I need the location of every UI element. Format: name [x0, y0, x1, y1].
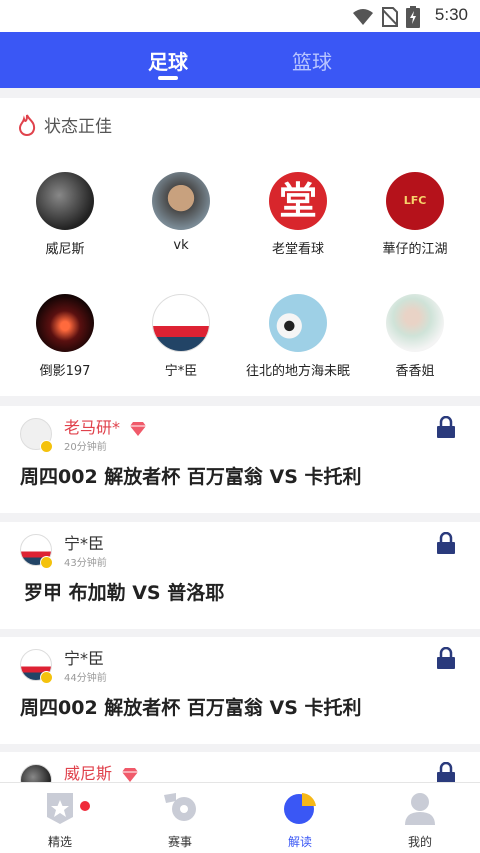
hot-experts-title: 状态正佳	[44, 117, 112, 137]
whistle-icon	[164, 793, 196, 821]
card-author: 宁*臣	[64, 649, 105, 668]
verified-badge-icon	[40, 440, 53, 453]
avatar	[152, 172, 210, 230]
user-icon	[405, 793, 435, 825]
tab-football[interactable]: 足球	[148, 46, 188, 75]
battery-icon	[406, 6, 420, 28]
diamond-icon	[130, 421, 147, 436]
expert-item[interactable]: 威尼斯	[5, 172, 125, 257]
expert-name: 倒影197	[39, 364, 91, 379]
expert-name: 香香姐	[395, 364, 435, 379]
status-icons	[352, 6, 420, 28]
badge-star-icon	[47, 793, 73, 824]
card-title: 周四002 解放者杯 百万富翁 VS 卡托利	[20, 697, 362, 719]
expert-item[interactable]: 倒影197	[5, 294, 125, 379]
nav-label: 解读	[287, 835, 312, 849]
nav-label: 精选	[47, 835, 72, 849]
lock-icon	[437, 416, 455, 438]
card-author: 威尼斯	[64, 760, 139, 784]
avatar: LFC	[386, 172, 444, 230]
avatar	[269, 294, 327, 352]
top-tab-bar: 足球 篮球	[0, 32, 480, 88]
article-card[interactable]: 老马研* 20分钟前 周四002 解放者杯 百万富翁 VS 卡托利	[0, 406, 480, 513]
avatar	[152, 294, 210, 352]
expert-item[interactable]: 堂 老堂看球	[238, 172, 358, 257]
status-time: 5:30	[434, 5, 468, 24]
nav-analysis[interactable]: 解读	[240, 791, 360, 850]
expert-name: vk	[173, 238, 189, 253]
nav-label: 赛事	[167, 835, 192, 849]
nav-label: 我的	[407, 835, 432, 849]
article-card[interactable]: 宁*臣 44分钟前 周四002 解放者杯 百万富翁 VS 卡托利	[0, 637, 480, 744]
status-bar: 5:30	[0, 0, 480, 32]
expert-item[interactable]: 宁*臣	[121, 294, 241, 379]
expert-item[interactable]: LFC 華仔的江湖	[355, 172, 475, 257]
expert-name: 老堂看球	[271, 242, 324, 257]
notification-dot	[80, 801, 90, 811]
tab-basketball[interactable]: 篮球	[292, 46, 332, 75]
expert-name: 威尼斯	[45, 242, 85, 257]
tab-indicator	[158, 76, 178, 80]
expert-name: 往北的地方海未眠	[245, 364, 350, 379]
expert-name: 華仔的江湖	[382, 242, 448, 257]
lock-icon	[437, 532, 455, 554]
card-author: 老马研*	[64, 414, 147, 438]
diamond-icon	[122, 767, 139, 782]
expert-item[interactable]: vk	[121, 172, 241, 253]
verified-badge-icon	[40, 556, 53, 569]
avatar	[36, 294, 94, 352]
nav-featured[interactable]: 精选	[0, 791, 120, 850]
expert-item[interactable]: 香香姐	[355, 294, 475, 379]
card-time: 43分钟前	[64, 558, 107, 569]
avatar	[36, 172, 94, 230]
card-author: 宁*臣	[64, 534, 105, 553]
card-title: 周四002 解放者杯 百万富翁 VS 卡托利	[20, 466, 362, 488]
lock-icon	[437, 762, 455, 784]
nav-profile[interactable]: 我的	[360, 791, 480, 850]
card-time: 20分钟前	[64, 442, 107, 453]
no-sim-icon	[382, 7, 398, 27]
avatar: 堂	[269, 172, 327, 230]
wifi-icon	[353, 9, 373, 25]
bottom-nav: 精选 赛事 解读 我的	[0, 782, 480, 853]
pie-chart-icon	[284, 793, 316, 824]
avatar	[386, 294, 444, 352]
card-title: 罗甲 布加勒 VS 普洛耶	[24, 582, 225, 604]
hot-experts-section: 状态正佳 威尼斯 vk 堂 老堂看球 LFC 華仔的江湖 倒影197 宁*臣 往…	[0, 98, 480, 396]
nav-matches[interactable]: 赛事	[120, 791, 240, 850]
expert-name: 宁*臣	[164, 364, 198, 379]
expert-item[interactable]: 往北的地方海未眠	[238, 294, 358, 379]
article-card[interactable]: 宁*臣 43分钟前 罗甲 布加勒 VS 普洛耶	[0, 522, 480, 629]
flame-icon	[18, 114, 36, 136]
lock-icon	[437, 647, 455, 669]
hot-experts-header: 状态正佳	[18, 112, 112, 137]
card-time: 44分钟前	[64, 673, 107, 684]
verified-badge-icon	[40, 671, 53, 684]
